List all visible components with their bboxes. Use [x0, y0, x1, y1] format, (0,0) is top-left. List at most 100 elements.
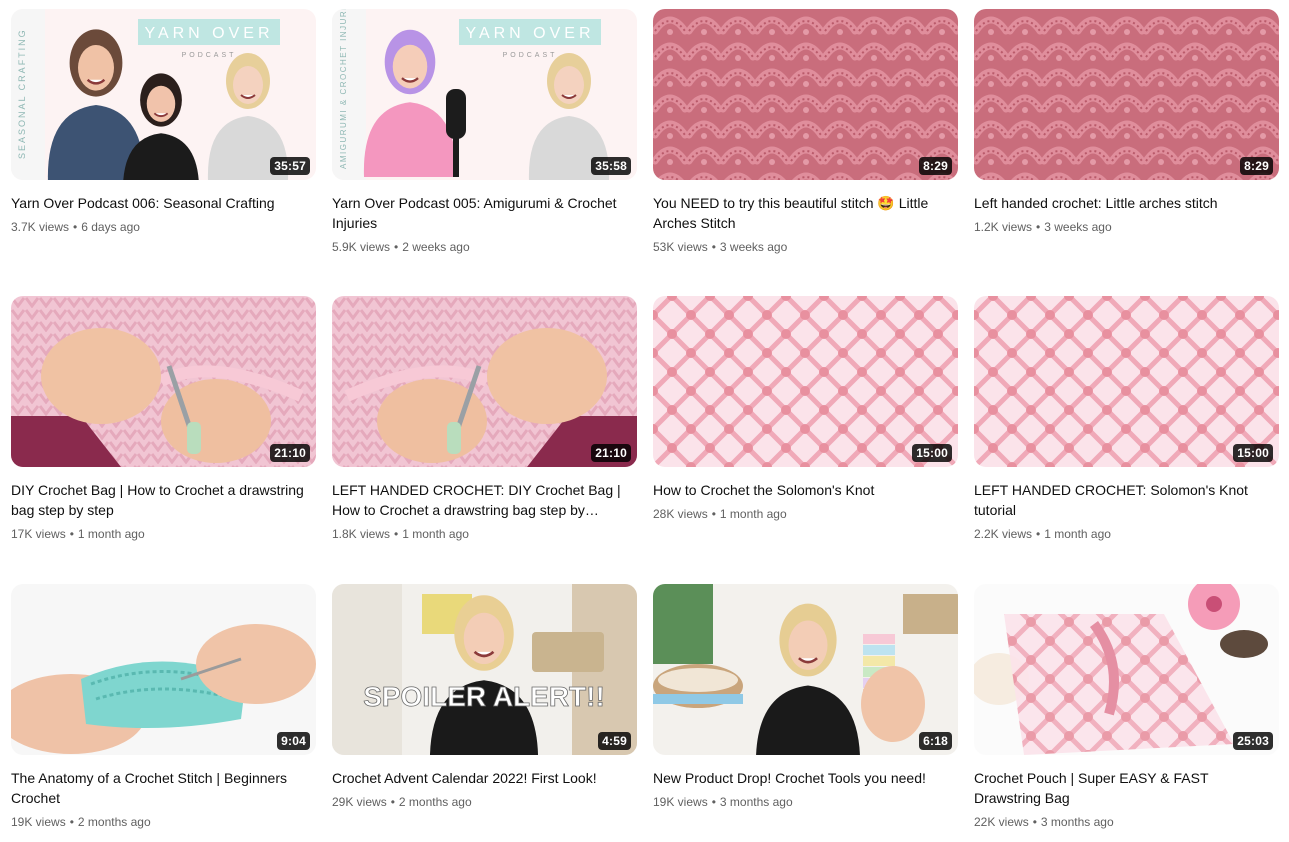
separator-dot: • — [394, 527, 399, 541]
upload-age: 1 month ago — [1044, 527, 1111, 541]
video-thumbnail[interactable]: SEASONAL CRAFTING YARN OVER PODCAST 35:5… — [11, 9, 316, 180]
view-count: 22K views — [974, 815, 1029, 829]
view-count: 28K views — [653, 507, 708, 521]
view-count: 3.7K views — [11, 220, 70, 234]
upload-age: 2 months ago — [398, 795, 472, 809]
thumbnail-image: AMIGURUMI & CROCHET INJURIES YARN OVER P… — [332, 9, 637, 180]
video-card[interactable]: 25:03 Crochet Pouch | Super EASY & FAST D… — [974, 584, 1279, 831]
view-count: 19K views — [653, 795, 708, 809]
separator-dot: • — [394, 240, 399, 254]
video-thumbnail[interactable]: 25:03 — [974, 584, 1279, 755]
video-thumbnail[interactable]: 8:29 — [974, 9, 1279, 180]
video-title[interactable]: Yarn Over Podcast 006: Seasonal Crafting — [11, 193, 316, 213]
separator-dot: • — [711, 240, 716, 254]
separator-dot: • — [711, 795, 716, 809]
upload-age: 2 weeks ago — [402, 240, 470, 254]
video-metadata: 1.2K views • 3 weeks ago — [974, 218, 1279, 236]
thumbnail-image — [653, 296, 958, 467]
video-metadata: 19K views • 3 months ago — [653, 793, 958, 811]
video-metadata: 3.7K views • 6 days ago — [11, 218, 316, 236]
video-title[interactable]: Crochet Advent Calendar 2022! First Look… — [332, 768, 637, 788]
upload-age: 3 months ago — [1040, 815, 1114, 829]
video-thumbnail[interactable]: 15:00 — [653, 296, 958, 467]
video-metadata: 22K views • 3 months ago — [974, 813, 1279, 831]
video-metadata: 17K views • 1 month ago — [11, 525, 316, 543]
video-metadata: 19K views • 2 months ago — [11, 813, 316, 831]
video-title[interactable]: LEFT HANDED CROCHET: DIY Crochet Bag | H… — [332, 480, 637, 520]
duration-badge: 21:10 — [591, 444, 631, 462]
duration-badge: 35:57 — [270, 157, 310, 175]
upload-age: 3 weeks ago — [719, 240, 788, 254]
video-thumbnail[interactable]: 21:10 — [11, 296, 316, 467]
duration-badge: 8:29 — [1240, 157, 1273, 175]
video-card[interactable]: 8:29 You NEED to try this beautiful stitc… — [653, 9, 958, 256]
video-thumbnail[interactable]: 21:10 — [332, 296, 637, 467]
separator-dot: • — [711, 507, 716, 521]
thumbnail-image — [974, 584, 1279, 755]
thumbnail-image — [332, 296, 637, 467]
duration-badge: 21:10 — [270, 444, 310, 462]
upload-age: 1 month ago — [77, 527, 145, 541]
duration-badge: 15:00 — [1233, 444, 1273, 462]
separator-dot: • — [73, 220, 78, 234]
video-thumbnail[interactable]: 9:04 — [11, 584, 316, 755]
duration-badge: 25:03 — [1233, 732, 1273, 750]
video-card[interactable]: SEASONAL CRAFTING YARN OVER PODCAST 35:5… — [11, 9, 316, 236]
video-card[interactable]: AMIGURUMI & CROCHET INJURIES YARN OVER P… — [332, 9, 637, 256]
video-metadata: 29K views • 2 months ago — [332, 793, 637, 811]
video-title[interactable]: Left handed crochet: Little arches stitc… — [974, 193, 1279, 213]
upload-age: 6 days ago — [81, 220, 140, 234]
view-count: 2.2K views — [974, 527, 1033, 541]
duration-badge: 6:18 — [919, 732, 952, 750]
video-card[interactable]: 21:10 LEFT HANDED CROCHET: DIY Crochet Ba… — [332, 296, 637, 543]
video-title[interactable]: DIY Crochet Bag | How to Crochet a draws… — [11, 480, 316, 520]
video-card[interactable]: 15:00 How to Crochet the Solomon's Knot 28… — [653, 296, 958, 523]
video-title[interactable]: How to Crochet the Solomon's Knot — [653, 480, 958, 500]
video-thumbnail[interactable]: 6:18 — [653, 584, 958, 755]
upload-age: 1 month ago — [719, 507, 787, 521]
video-card[interactable]: 8:29 Left handed crochet: Little arches s… — [974, 9, 1279, 236]
separator-dot: • — [69, 815, 74, 829]
view-count: 1.2K views — [974, 220, 1033, 234]
duration-badge: 4:59 — [598, 732, 631, 750]
video-title[interactable]: Crochet Pouch | Super EASY & FAST Drawst… — [974, 768, 1279, 808]
duration-badge: 35:58 — [591, 157, 631, 175]
video-thumbnail[interactable]: AMIGURUMI & CROCHET INJURIES YARN OVER P… — [332, 9, 637, 180]
video-grid: SEASONAL CRAFTING YARN OVER PODCAST 35:5… — [0, 0, 1289, 842]
svg-text:PODCAST: PODCAST — [503, 52, 558, 59]
view-count: 53K views — [653, 240, 708, 254]
video-thumbnail[interactable]: 15:00 — [974, 296, 1279, 467]
video-card[interactable]: 9:04 The Anatomy of a Crochet Stitch | Be… — [11, 584, 316, 831]
svg-text:SPOILER ALERT!!: SPOILER ALERT!! — [363, 681, 605, 712]
video-thumbnail[interactable]: SPOILER ALERT!! 4:59 — [332, 584, 637, 755]
video-metadata: 1.8K views • 1 month ago — [332, 525, 637, 543]
thumbnail-image — [974, 9, 1279, 180]
video-title[interactable]: Yarn Over Podcast 005: Amigurumi & Croch… — [332, 193, 637, 233]
svg-text:PODCAST: PODCAST — [182, 52, 237, 59]
video-card[interactable]: 15:00 LEFT HANDED CROCHET: Solomon's Knot… — [974, 296, 1279, 543]
thumbnail-image: SEASONAL CRAFTING YARN OVER PODCAST — [11, 9, 316, 180]
video-title[interactable]: New Product Drop! Crochet Tools you need… — [653, 768, 958, 788]
duration-badge: 8:29 — [919, 157, 952, 175]
video-title[interactable]: The Anatomy of a Crochet Stitch | Beginn… — [11, 768, 316, 808]
video-title[interactable]: LEFT HANDED CROCHET: Solomon's Knot tuto… — [974, 480, 1279, 520]
view-count: 5.9K views — [332, 240, 391, 254]
svg-text:AMIGURUMI & CROCHET INJURIES: AMIGURUMI & CROCHET INJURIES — [339, 9, 348, 169]
view-count: 19K views — [11, 815, 66, 829]
view-count: 1.8K views — [332, 527, 391, 541]
thumbnail-image — [653, 9, 958, 180]
separator-dot: • — [1036, 220, 1041, 234]
video-card[interactable]: 21:10 DIY Crochet Bag | How to Crochet a … — [11, 296, 316, 543]
upload-age: 3 months ago — [719, 795, 793, 809]
thumbnail-image — [653, 584, 958, 755]
video-card[interactable]: SPOILER ALERT!! 4:59 Crochet Advent Calend… — [332, 584, 637, 811]
video-metadata: 53K views • 3 weeks ago — [653, 238, 958, 256]
separator-dot: • — [1032, 815, 1037, 829]
video-metadata: 5.9K views • 2 weeks ago — [332, 238, 637, 256]
svg-text:SEASONAL CRAFTING: SEASONAL CRAFTING — [17, 28, 27, 159]
svg-text:YARN OVER: YARN OVER — [465, 25, 594, 42]
duration-badge: 9:04 — [277, 732, 310, 750]
video-card[interactable]: 6:18 New Product Drop! Crochet Tools you … — [653, 584, 958, 811]
video-title[interactable]: You NEED to try this beautiful stitch 🤩 … — [653, 193, 958, 233]
video-thumbnail[interactable]: 8:29 — [653, 9, 958, 180]
